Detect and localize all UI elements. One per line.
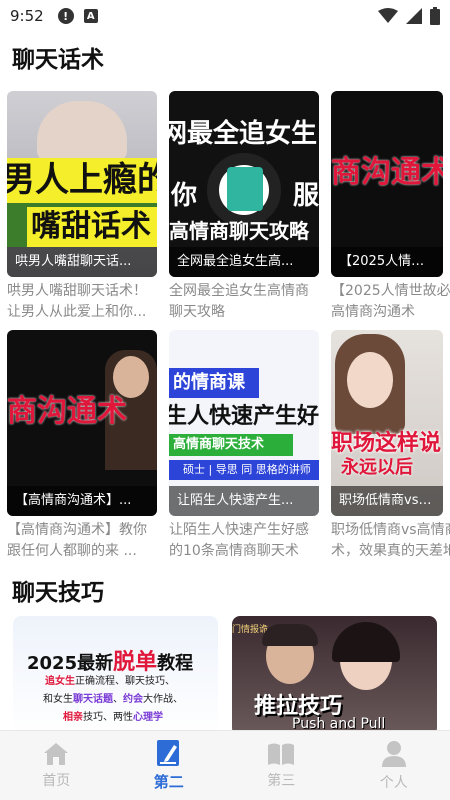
thumbnail-caption: 哄男人嘴甜聊天话... — [7, 247, 157, 277]
skill-card[interactable]: 门情报诡 推拉技巧 Push and Pull — [232, 616, 437, 736]
card-description: 全网最全追女生高情商聊天攻略 — [169, 283, 309, 320]
thumb-figure — [227, 167, 263, 211]
edit-note-icon — [156, 739, 182, 767]
skill-art-row2: 和女生聊天话题、约会大作战、 — [43, 692, 183, 708]
card-description: 【高情商沟通术】教你跟任何人都聊的来 ... — [7, 522, 147, 559]
skill-art-text: 约会 — [123, 694, 143, 705]
card-description: 让陌生人快速产生好感的10条高情商聊天术 — [169, 522, 309, 559]
video-card[interactable]: 男人上瘾的 嘴甜话术 哄男人嘴甜聊天话... 哄男人嘴甜聊天话术！让男人从此爱上… — [7, 91, 157, 323]
book-icon — [267, 742, 295, 766]
skill-art-suffix: 教程 — [157, 653, 194, 674]
thumbnail-caption: 全网最全追女生高... — [169, 247, 319, 277]
thumb-art-line2: 永远以后 — [341, 457, 413, 478]
nav-label: 首页 — [42, 772, 71, 789]
nav-item-profile[interactable]: 个人 — [338, 731, 450, 800]
card-description: 职场低情商vs高情商话术，效果真的天差地别 — [331, 522, 450, 559]
skill-art-text: 技巧、两性 — [83, 712, 133, 723]
thumbnail-caption: 职场低情商vs高情... — [331, 486, 443, 516]
skill-card[interactable]: 2025最新脱单教程 追女生正确流程、聊天技巧、 和女生聊天话题、约会大作战、 … — [13, 616, 218, 736]
thumb-art-line2: 嘴甜话术 — [27, 207, 157, 247]
wifi-icon — [378, 8, 398, 23]
nav-item-third[interactable]: 第三 — [225, 731, 338, 800]
skill-art-text: 和女生 — [43, 694, 73, 705]
nav-label: 个人 — [379, 774, 408, 791]
video-card[interactable]: 商沟通术 【2025人情世故 【2025人情世故必学】高情商沟通术 — [331, 91, 450, 323]
thumb-art-line3: 高情商聊天技术 — [169, 434, 293, 456]
thumb-face — [347, 352, 393, 408]
thumb-art-line4: 硕士 | 导思 同 思格的讲师 — [169, 460, 319, 480]
thumb-art-right: 服 — [293, 181, 319, 211]
home-icon — [43, 742, 69, 766]
video-thumbnail[interactable]: 网最全追女生 你 服 高情商聊天攻略 全网最全追女生高... — [169, 91, 319, 277]
thumb-hair — [262, 624, 318, 646]
card-description: 【2025人情世故必学】高情商沟通术 — [331, 283, 450, 320]
nav-label: 第二 — [153, 773, 184, 791]
alert-icon: ! — [57, 8, 74, 24]
video-card[interactable]: 的情商课 生人快速产生好 高情商聊天技术 硕士 | 导思 同 思格的讲师 让陌生… — [169, 330, 319, 562]
thumb-hair — [332, 622, 400, 662]
nav-label: 第三 — [267, 772, 296, 789]
video-thumbnail[interactable]: 商沟通术 【2025人情世故 — [331, 91, 443, 277]
status-time: 9:52 — [10, 7, 44, 25]
thumb-art-line1: 职场这样说 — [331, 431, 442, 456]
bottom-navigation: 首页 第二 第三 个人 — [0, 730, 450, 800]
skill-art-text: 追女生 — [45, 676, 75, 687]
skill-art-row3: 相亲技巧、两性心理学 — [63, 710, 163, 726]
nav-item-second[interactable]: 第二 — [113, 731, 226, 800]
nav-item-home[interactable]: 首页 — [0, 731, 113, 800]
thumb-art-line1: 网最全追女生 — [169, 119, 318, 149]
thumb-art-line1: 的情商课 — [169, 368, 259, 398]
video-thumbnail[interactable]: 职场这样说 永远以后 职场低情商vs高情... — [331, 330, 443, 516]
skill-art-highlight: 脱单 — [113, 650, 158, 675]
skill-art-text: 、 — [113, 694, 123, 705]
thumb-art-line1: 商沟通术 — [331, 155, 443, 190]
thumbnail-caption: 【高情商沟通术】... — [7, 486, 157, 516]
thumb-art-left: 你 — [171, 181, 198, 211]
video-thumbnail[interactable]: 的情商课 生人快速产生好 高情商聊天技术 硕士 | 导思 同 思格的讲师 让陌生… — [169, 330, 319, 516]
thumbnail-caption: 【2025人情世故 — [331, 247, 443, 277]
thumb-art-line2: 生人快速产生好 — [169, 404, 319, 429]
video-thumbnail[interactable]: 商沟通术 【高情商沟通术】... — [7, 330, 157, 516]
status-bar: 9:52 ! A — [0, 0, 450, 32]
thumb-art-line2: 高情商聊天攻略 — [169, 219, 309, 243]
section-title-chat-scripts: 聊天话术 — [12, 47, 104, 73]
skill-art-text: 聊天话题 — [73, 694, 113, 705]
thumbnail-caption: 让陌生人快速产生... — [169, 486, 319, 516]
video-card[interactable]: 职场这样说 永远以后 职场低情商vs高情... 职场低情商vs高情商话术，效果真… — [331, 330, 450, 562]
thumb-art-line1: 男人上瘾的 — [7, 158, 157, 203]
video-thumbnail[interactable]: 男人上瘾的 嘴甜话术 哄男人嘴甜聊天话... — [7, 91, 157, 277]
skill-art-text: 正确流程、聊天技巧、 — [75, 676, 175, 687]
card-description: 哄男人嘴甜聊天话术！让男人从此爱上和你... — [7, 283, 147, 320]
thumb-art-line1: 商沟通术 — [7, 394, 127, 429]
skill-art-text: 相亲 — [63, 712, 83, 723]
skill-art-year: 2025最新 — [27, 653, 114, 674]
skill-art-title: 2025最新脱单教程 — [27, 644, 193, 676]
section-title-chat-skills: 聊天技巧 — [12, 580, 104, 606]
battery-icon — [430, 7, 440, 25]
video-card[interactable]: 网最全追女生 你 服 高情商聊天攻略 全网最全追女生高... 全网最全追女生高情… — [169, 91, 319, 323]
signal-icon — [406, 8, 422, 24]
skill-art-text: 大作战、 — [143, 694, 183, 705]
thumb-figure — [37, 101, 127, 161]
person-icon — [381, 740, 407, 768]
skill-art-row1: 追女生正确流程、聊天技巧、 — [45, 674, 175, 690]
video-card[interactable]: 商沟通术 【高情商沟通术】... 【高情商沟通术】教你跟任何人都聊的来 ... — [7, 330, 157, 562]
skill-art-text: 心理学 — [133, 712, 163, 723]
a-notification-icon: A — [83, 9, 98, 23]
skill-art-tag: 门情报诡 — [232, 625, 269, 635]
